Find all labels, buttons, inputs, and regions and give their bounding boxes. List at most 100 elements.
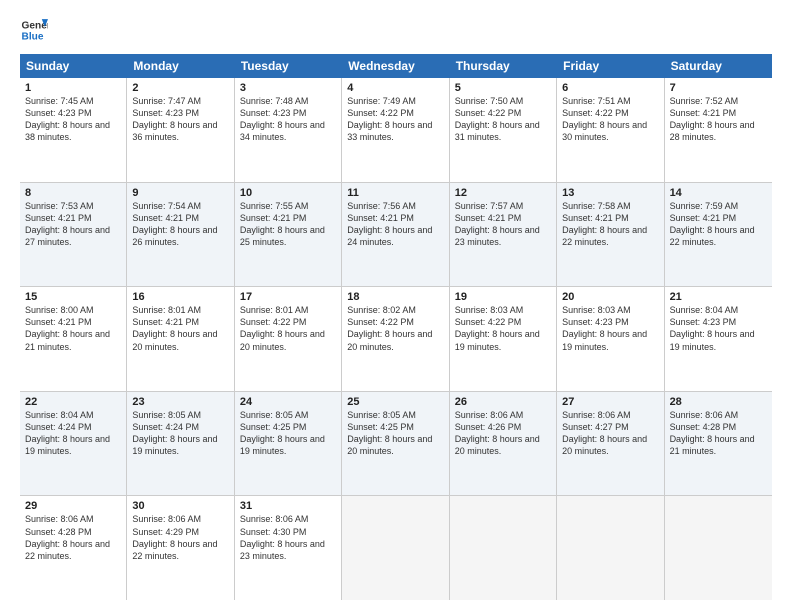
cell-info: Sunrise: 7:53 AM Sunset: 4:21 PM Dayligh…	[25, 200, 121, 249]
day-number: 31	[240, 500, 336, 512]
header-cell-tuesday: Tuesday	[235, 54, 342, 78]
cell-info: Sunrise: 7:45 AM Sunset: 4:23 PM Dayligh…	[25, 95, 121, 144]
header: General Blue	[20, 16, 772, 44]
calendar-cell: 5 Sunrise: 7:50 AM Sunset: 4:22 PM Dayli…	[450, 78, 557, 182]
cell-info: Sunrise: 8:05 AM Sunset: 4:25 PM Dayligh…	[347, 409, 443, 458]
calendar-cell: 7 Sunrise: 7:52 AM Sunset: 4:21 PM Dayli…	[665, 78, 772, 182]
calendar-cell: 21 Sunrise: 8:04 AM Sunset: 4:23 PM Dayl…	[665, 287, 772, 391]
page: General Blue SundayMondayTuesdayWednesda…	[0, 0, 792, 612]
calendar-cell: 14 Sunrise: 7:59 AM Sunset: 4:21 PM Dayl…	[665, 183, 772, 287]
calendar-cell: 23 Sunrise: 8:05 AM Sunset: 4:24 PM Dayl…	[127, 392, 234, 496]
day-number: 17	[240, 291, 336, 303]
day-number: 13	[562, 187, 658, 199]
calendar-cell: 1 Sunrise: 7:45 AM Sunset: 4:23 PM Dayli…	[20, 78, 127, 182]
cell-info: Sunrise: 8:06 AM Sunset: 4:28 PM Dayligh…	[25, 513, 121, 562]
day-number: 18	[347, 291, 443, 303]
calendar-row: 8 Sunrise: 7:53 AM Sunset: 4:21 PM Dayli…	[20, 183, 772, 288]
header-cell-wednesday: Wednesday	[342, 54, 449, 78]
day-number: 1	[25, 82, 121, 94]
cell-info: Sunrise: 8:03 AM Sunset: 4:22 PM Dayligh…	[455, 304, 551, 353]
calendar-cell: 11 Sunrise: 7:56 AM Sunset: 4:21 PM Dayl…	[342, 183, 449, 287]
calendar-row: 1 Sunrise: 7:45 AM Sunset: 4:23 PM Dayli…	[20, 78, 772, 183]
calendar-cell	[557, 496, 664, 600]
cell-info: Sunrise: 8:06 AM Sunset: 4:29 PM Dayligh…	[132, 513, 228, 562]
day-number: 7	[670, 82, 767, 94]
day-number: 21	[670, 291, 767, 303]
day-number: 19	[455, 291, 551, 303]
logo: General Blue	[20, 16, 52, 44]
day-number: 11	[347, 187, 443, 199]
cell-info: Sunrise: 7:58 AM Sunset: 4:21 PM Dayligh…	[562, 200, 658, 249]
calendar-cell: 30 Sunrise: 8:06 AM Sunset: 4:29 PM Dayl…	[127, 496, 234, 600]
cell-info: Sunrise: 8:05 AM Sunset: 4:25 PM Dayligh…	[240, 409, 336, 458]
calendar-row: 22 Sunrise: 8:04 AM Sunset: 4:24 PM Dayl…	[20, 392, 772, 497]
day-number: 23	[132, 396, 228, 408]
day-number: 14	[670, 187, 767, 199]
calendar-cell	[342, 496, 449, 600]
cell-info: Sunrise: 7:50 AM Sunset: 4:22 PM Dayligh…	[455, 95, 551, 144]
calendar-cell: 27 Sunrise: 8:06 AM Sunset: 4:27 PM Dayl…	[557, 392, 664, 496]
cell-info: Sunrise: 7:56 AM Sunset: 4:21 PM Dayligh…	[347, 200, 443, 249]
day-number: 28	[670, 396, 767, 408]
calendar: SundayMondayTuesdayWednesdayThursdayFrid…	[20, 54, 772, 600]
cell-info: Sunrise: 8:06 AM Sunset: 4:27 PM Dayligh…	[562, 409, 658, 458]
header-cell-monday: Monday	[127, 54, 234, 78]
calendar-cell: 24 Sunrise: 8:05 AM Sunset: 4:25 PM Dayl…	[235, 392, 342, 496]
calendar-cell: 29 Sunrise: 8:06 AM Sunset: 4:28 PM Dayl…	[20, 496, 127, 600]
day-number: 3	[240, 82, 336, 94]
calendar-cell: 28 Sunrise: 8:06 AM Sunset: 4:28 PM Dayl…	[665, 392, 772, 496]
header-cell-saturday: Saturday	[665, 54, 772, 78]
calendar-cell: 9 Sunrise: 7:54 AM Sunset: 4:21 PM Dayli…	[127, 183, 234, 287]
cell-info: Sunrise: 8:02 AM Sunset: 4:22 PM Dayligh…	[347, 304, 443, 353]
day-number: 25	[347, 396, 443, 408]
calendar-cell: 19 Sunrise: 8:03 AM Sunset: 4:22 PM Dayl…	[450, 287, 557, 391]
calendar-cell: 15 Sunrise: 8:00 AM Sunset: 4:21 PM Dayl…	[20, 287, 127, 391]
cell-info: Sunrise: 8:06 AM Sunset: 4:30 PM Dayligh…	[240, 513, 336, 562]
calendar-header: SundayMondayTuesdayWednesdayThursdayFrid…	[20, 54, 772, 78]
day-number: 30	[132, 500, 228, 512]
day-number: 20	[562, 291, 658, 303]
cell-info: Sunrise: 8:06 AM Sunset: 4:26 PM Dayligh…	[455, 409, 551, 458]
calendar-cell: 22 Sunrise: 8:04 AM Sunset: 4:24 PM Dayl…	[20, 392, 127, 496]
cell-info: Sunrise: 8:03 AM Sunset: 4:23 PM Dayligh…	[562, 304, 658, 353]
day-number: 6	[562, 82, 658, 94]
cell-info: Sunrise: 8:01 AM Sunset: 4:21 PM Dayligh…	[132, 304, 228, 353]
day-number: 10	[240, 187, 336, 199]
day-number: 5	[455, 82, 551, 94]
day-number: 8	[25, 187, 121, 199]
cell-info: Sunrise: 7:59 AM Sunset: 4:21 PM Dayligh…	[670, 200, 767, 249]
day-number: 2	[132, 82, 228, 94]
calendar-cell: 3 Sunrise: 7:48 AM Sunset: 4:23 PM Dayli…	[235, 78, 342, 182]
header-cell-thursday: Thursday	[450, 54, 557, 78]
day-number: 26	[455, 396, 551, 408]
svg-text:Blue: Blue	[22, 31, 44, 42]
calendar-cell: 26 Sunrise: 8:06 AM Sunset: 4:26 PM Dayl…	[450, 392, 557, 496]
cell-info: Sunrise: 7:54 AM Sunset: 4:21 PM Dayligh…	[132, 200, 228, 249]
calendar-cell: 10 Sunrise: 7:55 AM Sunset: 4:21 PM Dayl…	[235, 183, 342, 287]
day-number: 16	[132, 291, 228, 303]
calendar-row: 29 Sunrise: 8:06 AM Sunset: 4:28 PM Dayl…	[20, 496, 772, 600]
cell-info: Sunrise: 8:01 AM Sunset: 4:22 PM Dayligh…	[240, 304, 336, 353]
day-number: 27	[562, 396, 658, 408]
calendar-cell: 8 Sunrise: 7:53 AM Sunset: 4:21 PM Dayli…	[20, 183, 127, 287]
header-cell-sunday: Sunday	[20, 54, 127, 78]
calendar-cell: 31 Sunrise: 8:06 AM Sunset: 4:30 PM Dayl…	[235, 496, 342, 600]
day-number: 12	[455, 187, 551, 199]
cell-info: Sunrise: 7:57 AM Sunset: 4:21 PM Dayligh…	[455, 200, 551, 249]
day-number: 22	[25, 396, 121, 408]
calendar-cell	[450, 496, 557, 600]
calendar-cell	[665, 496, 772, 600]
calendar-cell: 25 Sunrise: 8:05 AM Sunset: 4:25 PM Dayl…	[342, 392, 449, 496]
calendar-cell: 16 Sunrise: 8:01 AM Sunset: 4:21 PM Dayl…	[127, 287, 234, 391]
cell-info: Sunrise: 7:52 AM Sunset: 4:21 PM Dayligh…	[670, 95, 767, 144]
cell-info: Sunrise: 8:00 AM Sunset: 4:21 PM Dayligh…	[25, 304, 121, 353]
cell-info: Sunrise: 7:55 AM Sunset: 4:21 PM Dayligh…	[240, 200, 336, 249]
header-cell-friday: Friday	[557, 54, 664, 78]
cell-info: Sunrise: 8:05 AM Sunset: 4:24 PM Dayligh…	[132, 409, 228, 458]
day-number: 24	[240, 396, 336, 408]
logo-icon: General Blue	[20, 16, 48, 44]
cell-info: Sunrise: 7:51 AM Sunset: 4:22 PM Dayligh…	[562, 95, 658, 144]
day-number: 15	[25, 291, 121, 303]
calendar-cell: 17 Sunrise: 8:01 AM Sunset: 4:22 PM Dayl…	[235, 287, 342, 391]
cell-info: Sunrise: 8:04 AM Sunset: 4:23 PM Dayligh…	[670, 304, 767, 353]
